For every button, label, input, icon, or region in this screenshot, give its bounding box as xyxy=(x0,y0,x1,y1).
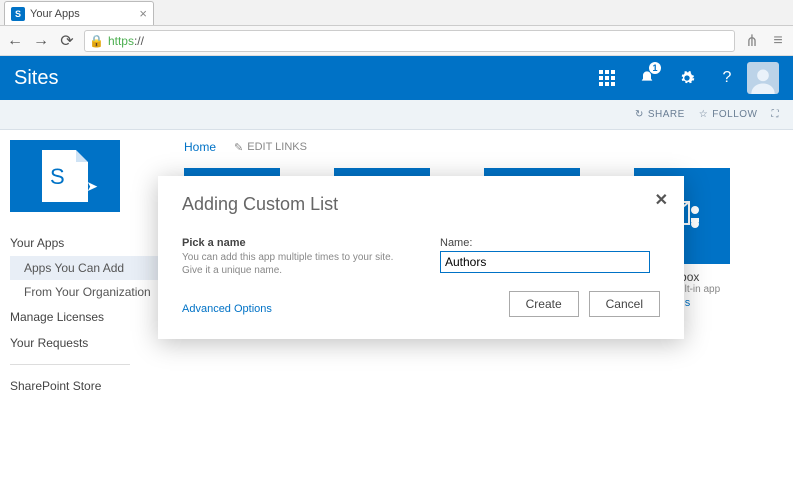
focus-icon[interactable]: ⛶ xyxy=(772,109,780,120)
notification-badge: 1 xyxy=(649,62,661,74)
quick-launch-nav: Your Apps Apps You Can Add From Your Org… xyxy=(10,230,160,399)
share-icon: ↻ xyxy=(635,109,644,120)
browser-tab[interactable]: S Your Apps × xyxy=(4,1,154,25)
url-input[interactable]: 🔒 https:// xyxy=(84,30,735,52)
edit-links-button[interactable]: ✎ EDIT LINKS xyxy=(234,141,307,154)
advanced-options-link[interactable]: Advanced Options xyxy=(182,303,416,315)
add-custom-list-dialog: ✕ Adding Custom List Pick a name You can… xyxy=(158,176,684,339)
cancel-button[interactable]: Cancel xyxy=(589,291,660,317)
tab-title: Your Apps xyxy=(30,8,80,20)
user-avatar[interactable] xyxy=(747,62,779,94)
breadcrumb: Home ✎ EDIT LINKS xyxy=(160,140,775,154)
app-launcher-icon[interactable] xyxy=(587,56,627,100)
url-rest: :// xyxy=(134,34,144,48)
nav-your-requests[interactable]: Your Requests xyxy=(10,330,160,356)
share-button[interactable]: ↻ SHARE xyxy=(635,109,685,120)
name-input[interactable] xyxy=(440,251,650,273)
nav-your-apps[interactable]: Your Apps xyxy=(10,230,160,256)
nav-manage-licenses[interactable]: Manage Licenses xyxy=(10,304,160,330)
left-column: S ➤ Your Apps Apps You Can Add From Your… xyxy=(0,130,160,502)
breadcrumb-home[interactable]: Home xyxy=(184,140,216,154)
extension-icon[interactable]: ⋔ xyxy=(743,31,761,51)
dialog-close-icon[interactable]: ✕ xyxy=(655,190,668,210)
pick-name-hint: You can add this app multiple times to y… xyxy=(182,251,416,277)
follow-label: FOLLOW xyxy=(712,109,757,120)
site-logo[interactable]: S ➤ xyxy=(10,140,120,212)
back-icon[interactable]: ← xyxy=(6,32,24,50)
site-logo-letter: S xyxy=(50,164,65,190)
reload-icon[interactable]: ⟳ xyxy=(58,32,76,50)
nav-from-your-org[interactable]: From Your Organization xyxy=(10,280,160,304)
menu-icon[interactable]: ≡ xyxy=(769,32,787,50)
browser-address-bar: ← → ⟳ 🔒 https:// ⋔ ≡ xyxy=(0,26,793,56)
lock-icon: 🔒 xyxy=(89,34,104,48)
nav-sharepoint-store[interactable]: SharePoint Store xyxy=(10,373,160,399)
page-actions-bar: ↻ SHARE ☆ FOLLOW ⛶ xyxy=(0,100,793,130)
browser-tabbar: S Your Apps × xyxy=(0,0,793,26)
suite-bar: Sites 1 ? xyxy=(0,56,793,100)
name-label: Name: xyxy=(440,237,660,249)
pencil-icon: ✎ xyxy=(234,141,243,154)
share-label: SHARE xyxy=(648,109,685,120)
notifications-icon[interactable]: 1 xyxy=(627,56,667,100)
url-scheme: https xyxy=(108,34,134,48)
tab-close-icon[interactable]: × xyxy=(139,6,147,21)
suite-title: Sites xyxy=(14,67,58,90)
share-arrow-icon: ➤ xyxy=(86,178,98,195)
star-icon: ☆ xyxy=(699,109,708,120)
nav-apps-you-can-add[interactable]: Apps You Can Add xyxy=(10,256,160,280)
follow-button[interactable]: ☆ FOLLOW xyxy=(699,109,758,120)
tab-favicon: S xyxy=(11,7,25,21)
dialog-title: Adding Custom List xyxy=(182,194,660,215)
forward-icon[interactable]: → xyxy=(32,32,50,50)
settings-gear-icon[interactable] xyxy=(667,56,707,100)
pick-name-heading: Pick a name xyxy=(182,237,416,249)
nav-divider xyxy=(10,364,130,365)
help-icon[interactable]: ? xyxy=(707,56,747,100)
edit-links-label: EDIT LINKS xyxy=(247,141,307,153)
create-button[interactable]: Create xyxy=(509,291,579,317)
